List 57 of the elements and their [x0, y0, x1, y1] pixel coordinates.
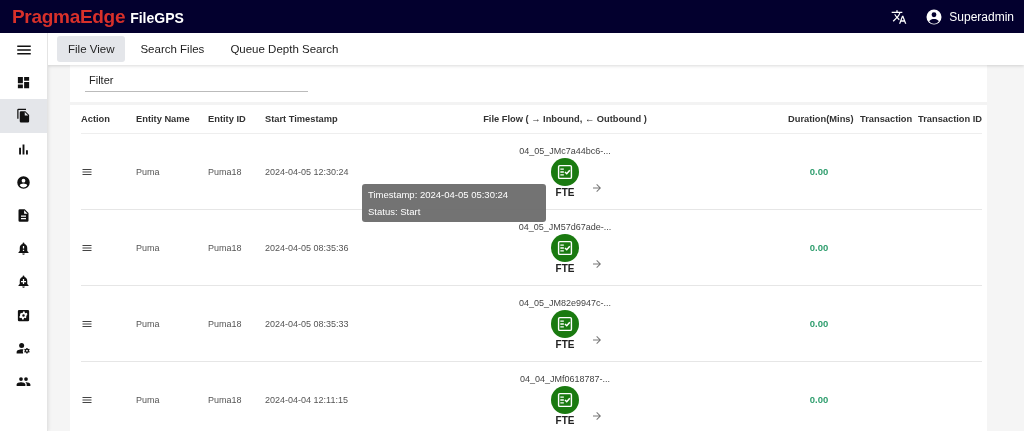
table-cell: Puma18 [208, 318, 242, 329]
alert-bell-icon [16, 241, 31, 257]
tab[interactable]: Search Files [129, 36, 216, 62]
duration-value: 0.00 [808, 318, 830, 329]
file-check-icon [551, 157, 579, 186]
duration-value: 0.00 [808, 242, 830, 253]
node-label: FTE [555, 414, 575, 426]
column-header: Transaction ID [917, 114, 983, 124]
tab[interactable]: Queue Depth Search [219, 36, 350, 62]
table-cell: 2024-04-05 08:35:36 [265, 242, 349, 253]
product-name: FileGPS [130, 9, 184, 26]
tab[interactable]: File View [57, 36, 126, 62]
file-check-icon [551, 309, 579, 338]
right-arrow-icon [591, 257, 603, 270]
duration-value: 0.00 [808, 394, 830, 405]
table-cell: 2024-04-05 08:35:33 [265, 318, 349, 329]
dashboard-icon [16, 75, 31, 91]
node-label: FTE [555, 186, 575, 198]
copy-file-icon [16, 108, 31, 124]
user-settings-icon [16, 340, 31, 356]
column-header: Start Timestamp [265, 114, 338, 124]
table-cell-text: Puma [135, 318, 160, 329]
table-cell: Puma18 [208, 394, 242, 405]
right-arrow-icon [591, 181, 603, 194]
table-cell: Puma18 [208, 242, 242, 253]
tooltip-line: Timestamp: 2024-04-05 05:30:24 [368, 189, 510, 200]
settings-icon [16, 307, 31, 323]
brand-logo: PragmaEdge [12, 5, 126, 28]
table-cell: 2024-04-04 12:11:15 [265, 394, 348, 405]
table-cell-text: Puma [135, 242, 160, 253]
column-header: Action [81, 114, 110, 124]
translate-icon [891, 8, 908, 25]
table-cell-text: Puma [135, 394, 160, 405]
right-arrow-icon [591, 333, 603, 346]
table-cell: Puma18 [208, 166, 242, 177]
table-cell: 2024-04-05 12:30:24 [265, 166, 349, 177]
account-icon [925, 7, 944, 26]
filter-field[interactable]: Filter [85, 69, 308, 92]
file-name: 04_05_JMc7a44bc6-... [519, 145, 611, 156]
node-label: FTE [555, 338, 575, 350]
add-bell-icon [16, 274, 31, 290]
user-name[interactable]: Superadmin [949, 9, 1014, 24]
tooltip-line: Status: Start [368, 206, 422, 217]
document-icon [16, 208, 31, 224]
file-name: 04_05_JM57d67ade-... [518, 221, 612, 232]
file-check-icon [551, 385, 579, 414]
column-header: Entity ID [208, 114, 246, 124]
column-header: Entity Name [135, 114, 190, 124]
sidebar-item[interactable] [0, 99, 47, 133]
right-arrow-icon [591, 409, 603, 422]
file-name: 04_04_JMf0618787-... [519, 373, 611, 384]
file-check-icon [551, 233, 579, 262]
column-header: File Flow ( → Inbound, ← Outbound ) [483, 114, 647, 124]
duration-value: 0.00 [808, 166, 830, 177]
table-cell-text: Puma [135, 166, 160, 177]
node-label: FTE [555, 262, 575, 274]
file-name: 04_05_JM82e9947c-... [518, 297, 612, 308]
